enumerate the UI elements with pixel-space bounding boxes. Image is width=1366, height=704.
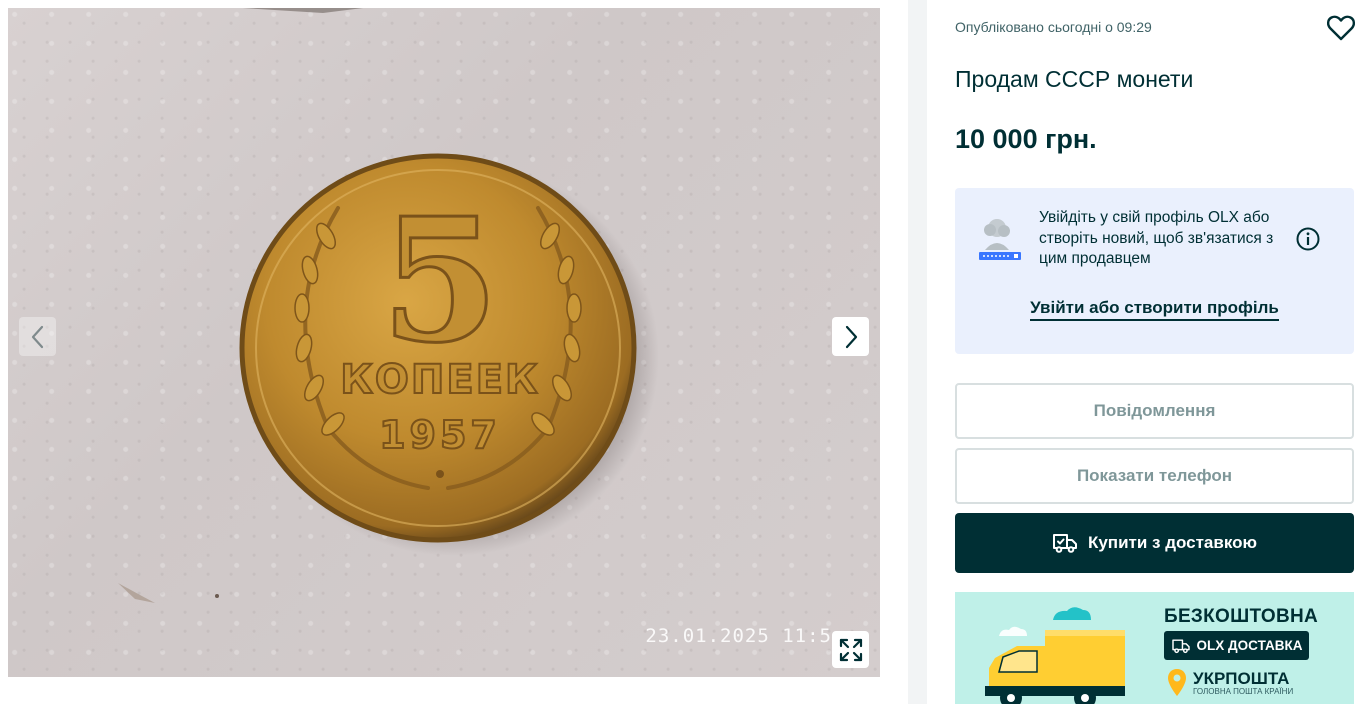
promo-badge: OLX ДОСТАВКА [1164,631,1309,660]
ukrposhta-pin-icon [1168,669,1186,696]
listing-price: 10 000 грн. [955,124,1097,154]
login-prompt-text: Увійдіть у свій профіль OLX або створіть… [1039,209,1274,267]
buy-with-delivery-button[interactable]: Купити з доставкою [955,513,1354,573]
published-date: Опубліковано сьогодні о 09:29 [955,19,1152,35]
promo-headline: БЕЗКОШТОВНА [1164,606,1319,627]
coin-photo: 5 КОПЕЕК 1957 [118,8,659,603]
column-divider [908,0,927,704]
listing-title: Продам СССР монети [955,66,1194,92]
listing-sidebar: Опубліковано сьогодні о 09:29 Продам ССС… [927,0,1366,704]
chevron-right-icon [845,325,857,348]
carrier-logo: УКРПОШТА ГОЛОВНА ПОШТА КРАЇНИ [1167,668,1293,698]
gallery-prev-button[interactable] [19,317,56,356]
login-link-wrap: Увійти або створити профіль [955,298,1354,321]
delivery-truck-illustration [985,607,1125,704]
carrier-text: УКРПОШТА ГОЛОВНА ПОШТА КРАЇНИ [1193,670,1293,697]
delivery-promo-banner[interactable]: БЕЗКОШТОВНА OLX ДОСТАВКА УКРПОШТА ГОЛОВН [955,592,1354,704]
gallery-next-button[interactable] [832,317,869,356]
expand-icon [839,638,862,661]
coin-word: КОПЕЕК [340,357,540,403]
photo-timestamp: 23.01.2025 11:5 [645,625,832,647]
login-or-register-link[interactable]: Увійти або створити профіль [1030,298,1279,321]
carrier-tagline: ГОЛОВНА ПОШТА КРАЇНИ [1193,686,1294,696]
login-prompt: Увійдіть у свій профіль OLX або створіть… [955,188,1354,354]
promo-badge-label: OLX ДОСТАВКА [1196,638,1303,653]
delivery-truck-icon [1052,534,1077,553]
show-phone-button[interactable]: Показати телефон [955,448,1354,504]
profile-illustration-icon [979,219,1021,260]
favorite-button[interactable] [1326,13,1356,43]
chevron-left-icon [31,325,43,348]
message-button[interactable]: Повідомлення [955,383,1354,439]
fullscreen-button[interactable] [832,631,869,668]
heart-icon [1326,15,1356,41]
delivery-truck-icon [1171,638,1190,653]
photo-gallery: 5 КОПЕЕК 1957 23.01.2025 11:5 [8,8,880,677]
carrier-name: УКРПОШТА [1193,668,1290,688]
coin-year: 1957 [379,413,501,457]
buy-with-delivery-label: Купити з доставкою [1087,533,1258,552]
coin-denomination: 5 [381,181,499,381]
listing-page: 5 КОПЕЕК 1957 23.01.2025 11:5 Опублікова… [0,0,1366,704]
info-icon[interactable] [1295,226,1321,252]
